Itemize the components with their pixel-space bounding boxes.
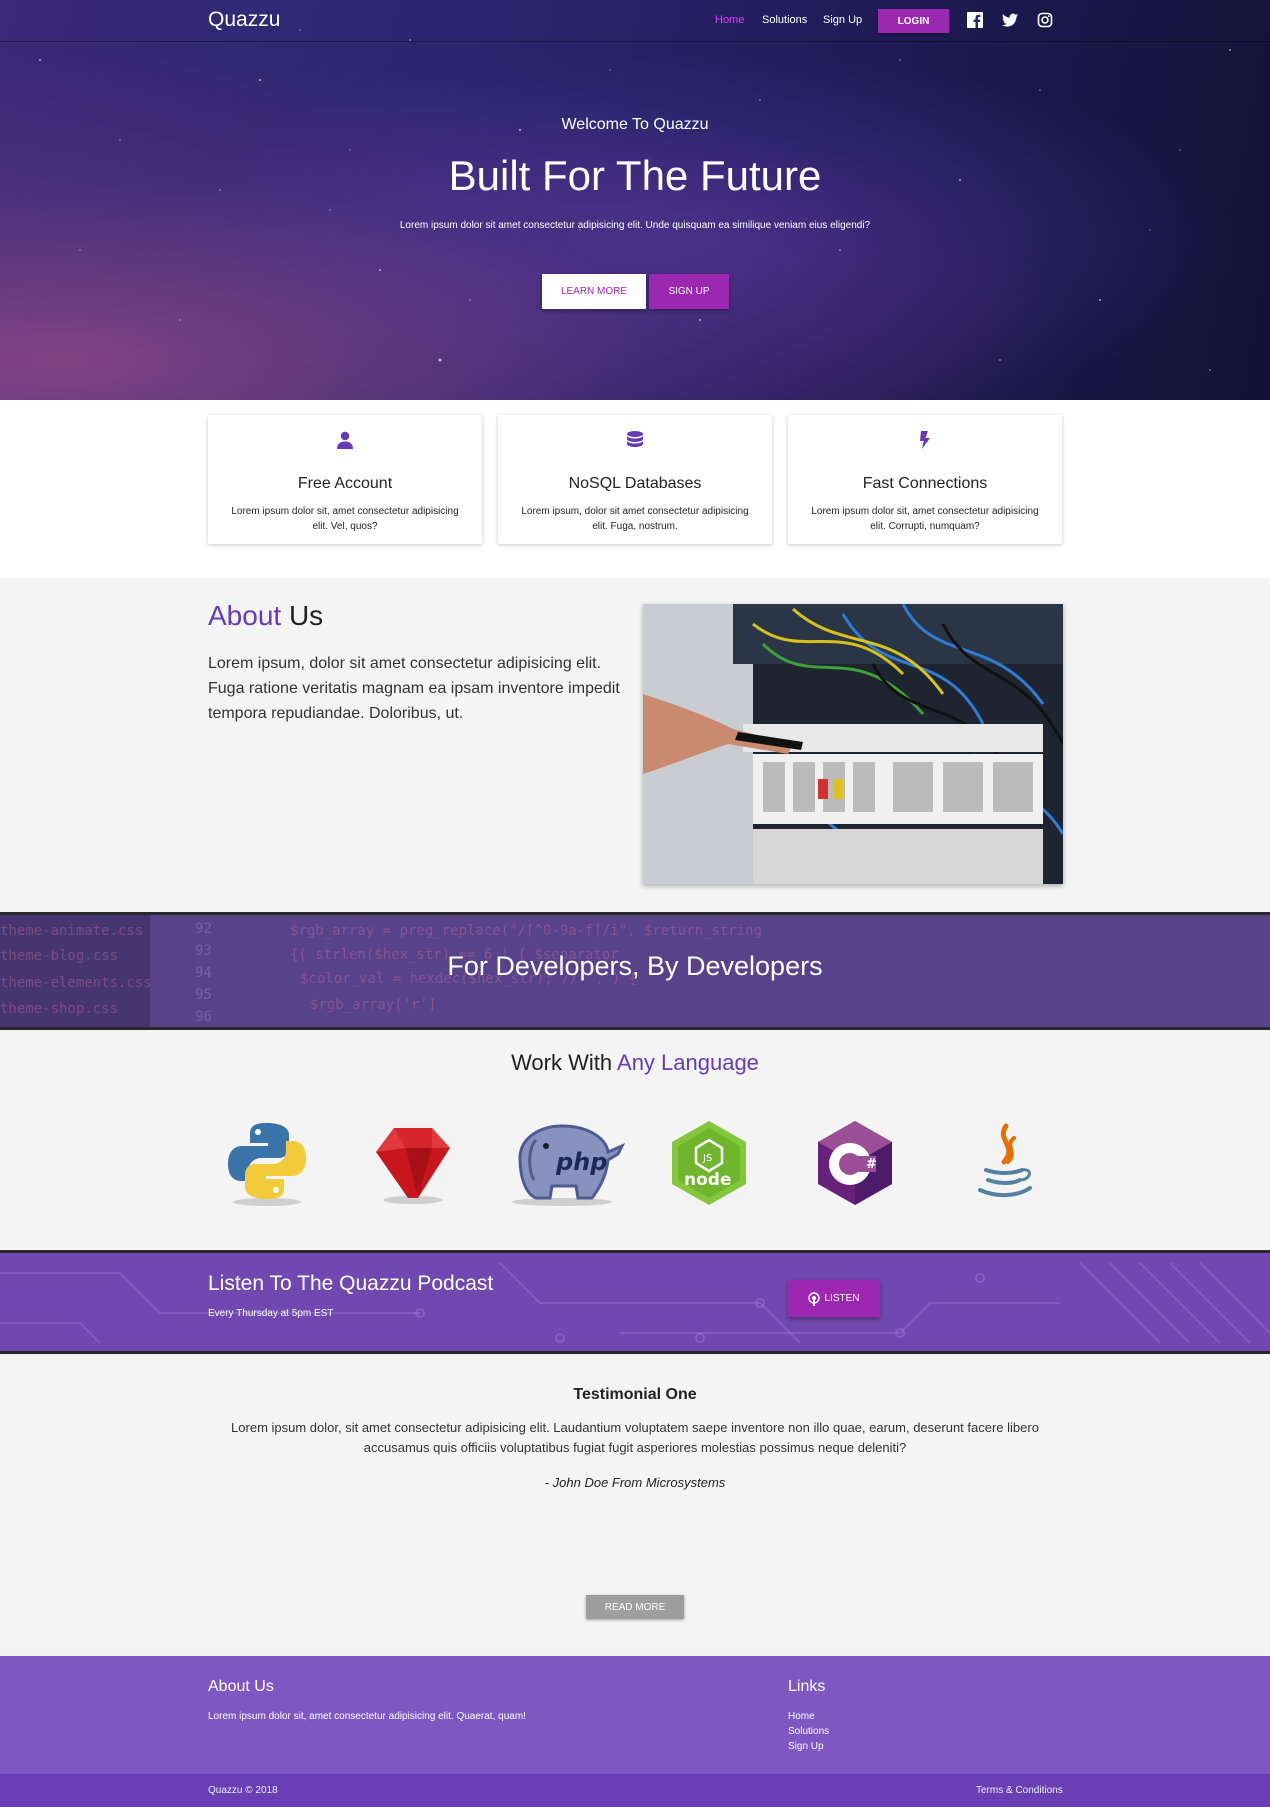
testimonial-quote: Lorem ipsum dolor, sit amet consectetur …	[231, 1420, 1039, 1455]
python-logo	[228, 1123, 306, 1206]
user-icon	[337, 431, 353, 449]
podcast-icon	[808, 1291, 821, 1306]
languages-heading: Work With Any Language	[0, 1050, 1270, 1076]
svg-text:php: php	[555, 1148, 607, 1176]
about-heading-accent: About	[208, 600, 282, 631]
ruby-logo	[376, 1128, 450, 1204]
login-button[interactable]: LOGIN	[878, 9, 949, 33]
feature-title: Free Account	[297, 475, 393, 492]
footer-links-title: Links	[788, 1678, 826, 1695]
languages-heading-plain: Work With	[511, 1050, 618, 1075]
svg-text:theme-animate.css: theme-animate.css	[0, 923, 143, 939]
nav-link-sign-up[interactable]: Sign Up	[823, 14, 862, 26]
feature-title: Fast Connections	[862, 475, 988, 492]
feature-text: Lorem ipsum dolor sit, amet consectetur …	[231, 506, 459, 532]
hero-subtitle: Welcome To Quazzu	[561, 116, 709, 133]
podcast-banner: Listen To The Quazzu Podcast Every Thurs…	[0, 1250, 1270, 1354]
csharp-logo: #	[818, 1121, 892, 1205]
feature-text: Lorem ipsum dolor sit, amet consectetur …	[811, 506, 1039, 532]
languages-section: Work With Any Language php JS node #	[0, 1030, 1270, 1250]
feature-title: NoSQL Databases	[568, 475, 702, 492]
feature-card-fast-connections: Fast Connections Lorem ipsum dolor sit, …	[788, 415, 1062, 544]
bolt-icon	[920, 431, 930, 449]
podcast-schedule: Every Thursday at 5pm EST	[208, 1308, 334, 1319]
svg-text:96: 96	[195, 1009, 212, 1025]
footer: About Us Lorem ipsum dolor sit, amet con…	[0, 1656, 1270, 1774]
languages-heading-accent: Any Language	[617, 1050, 759, 1075]
about-heading: About Us	[208, 600, 323, 632]
copyright-bar: Quazzu © 2018 Terms & Conditions	[0, 1774, 1270, 1807]
facebook-icon[interactable]	[967, 12, 983, 28]
developers-banner: theme-animate.css theme-blog.css theme-e…	[0, 912, 1270, 1030]
hero-text: Lorem ipsum dolor sit amet consectetur a…	[399, 220, 871, 231]
svg-text:$rgb_array = preg_replace("/[^: $rgb_array = preg_replace("/[^0-9a-f]/i"…	[290, 923, 762, 939]
testimonial-title: Testimonial One	[573, 1386, 697, 1403]
footer-link-solutions[interactable]: Solutions	[788, 1726, 829, 1737]
features-section: Free Account Lorem ipsum dolor sit, amet…	[0, 400, 1270, 578]
svg-text:#: #	[866, 1157, 877, 1172]
hero-title: Built For The Future	[448, 152, 822, 199]
testimonial-author: - John Doe From Microsystems	[544, 1475, 726, 1490]
feature-card-nosql-databases: NoSQL Databases Lorem ipsum, dolor sit a…	[498, 415, 772, 544]
developers-heading: For Developers, By Developers	[447, 951, 823, 981]
database-icon	[627, 431, 643, 447]
feature-text: Lorem ipsum, dolor sit amet consectetur …	[521, 506, 749, 532]
svg-text:$rgb_array['r']: $rgb_array['r']	[310, 997, 436, 1013]
svg-text:theme-shop.css: theme-shop.css	[0, 1001, 118, 1017]
circuit-background-decoration	[0, 1262, 1270, 1344]
nodejs-logo: JS node	[672, 1121, 746, 1205]
nav-link-home[interactable]: Home	[715, 14, 744, 26]
listen-button[interactable]: LISTEN	[788, 1280, 880, 1317]
svg-text:node: node	[684, 1170, 731, 1190]
php-logo: php	[512, 1124, 626, 1206]
about-heading-rest: Us	[281, 600, 324, 631]
hero-section: Quazzu Home Solutions Sign Up LOGIN Welc…	[0, 0, 1270, 400]
learn-more-button[interactable]: LEARN MORE	[542, 274, 646, 309]
about-text: Lorem ipsum, dolor sit amet consectetur …	[208, 655, 620, 722]
about-section: About Us Lorem ipsum, dolor sit amet con…	[0, 578, 1270, 912]
twitter-icon[interactable]	[1002, 12, 1018, 28]
svg-text:JS: JS	[702, 1153, 712, 1164]
footer-link-home[interactable]: Home	[788, 1711, 815, 1722]
starfield-background	[39, 19, 1231, 371]
sign-up-button[interactable]: SIGN UP	[649, 274, 729, 309]
copyright-text: Quazzu © 2018	[208, 1785, 278, 1796]
testimonial-section: Testimonial One Lorem ipsum dolor, sit a…	[0, 1354, 1270, 1656]
listen-button-label: LISTEN	[824, 1293, 860, 1304]
footer-link-sign-up[interactable]: Sign Up	[788, 1741, 824, 1752]
read-more-button[interactable]: READ MORE	[586, 1595, 684, 1619]
instagram-icon[interactable]	[1037, 12, 1053, 28]
podcast-title: Listen To The Quazzu Podcast	[208, 1272, 494, 1295]
brand-logo[interactable]: Quazzu	[208, 8, 280, 32]
java-logo	[978, 1123, 1032, 1197]
feature-card-free-account: Free Account Lorem ipsum dolor sit, amet…	[208, 415, 482, 544]
footer-about-title: About Us	[208, 1678, 274, 1695]
svg-text:92: 92	[195, 921, 212, 937]
svg-text:95: 95	[195, 987, 212, 1003]
electrical-panel-image	[643, 604, 1063, 884]
navbar: Quazzu Home Solutions Sign Up LOGIN	[0, 0, 1270, 42]
nav-link-solutions[interactable]: Solutions	[762, 14, 807, 26]
terms-link[interactable]: Terms & Conditions	[976, 1785, 1063, 1796]
footer-about-text: Lorem ipsum dolor sit, amet consectetur …	[208, 1711, 526, 1722]
